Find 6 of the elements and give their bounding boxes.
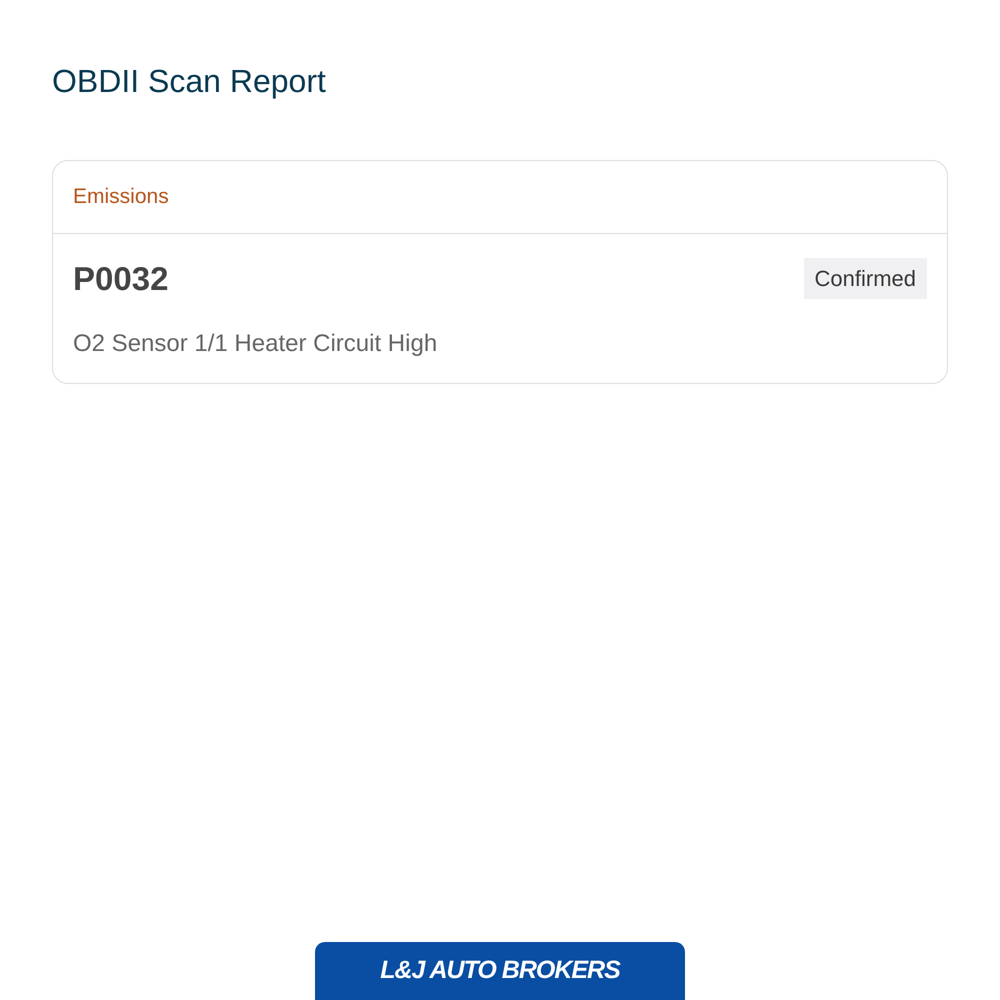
trouble-code: P0032 (73, 259, 168, 299)
code-description: O2 Sensor 1/1 Heater Circuit High (73, 329, 438, 359)
logo-text: L&J AUTO BROKERS (380, 955, 620, 986)
status-label: Confirmed (804, 258, 927, 299)
section-title: Emissions (73, 184, 169, 210)
page-title: OBDII Scan Report (52, 62, 326, 101)
